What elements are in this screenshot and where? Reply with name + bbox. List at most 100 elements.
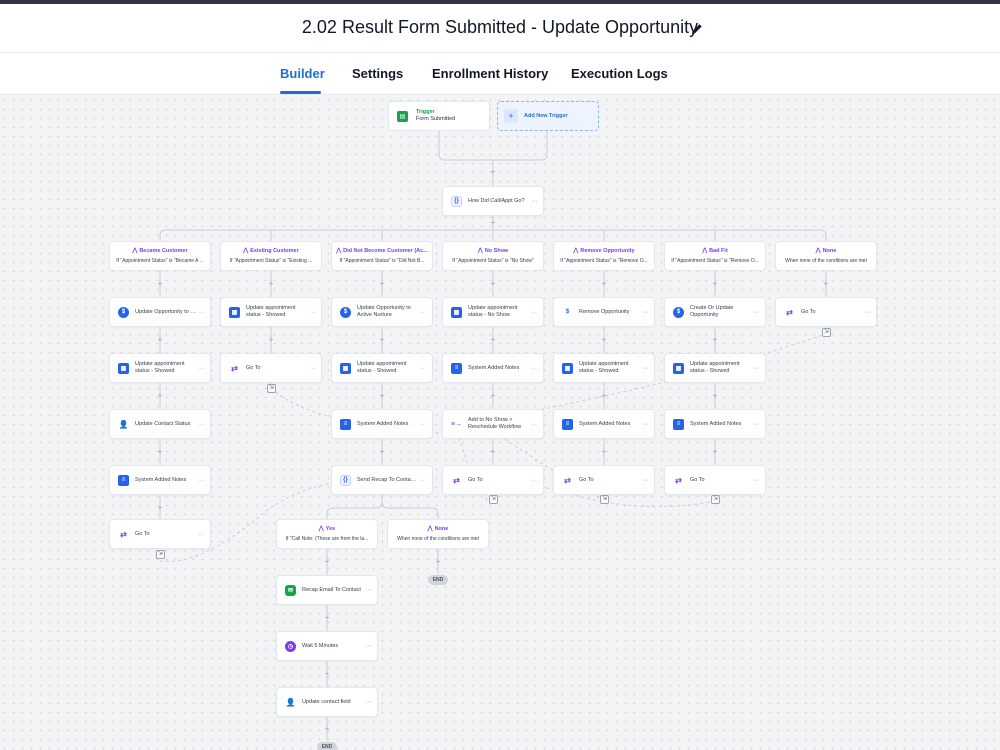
action-node[interactable]: 👤 Update Contact Status ···: [109, 409, 211, 439]
add-step-plus[interactable]: +: [156, 448, 164, 456]
action-node[interactable]: ▦ Update appointment status - No Show ··…: [442, 297, 544, 327]
more-icon[interactable]: ···: [529, 421, 538, 428]
more-icon[interactable]: ···: [862, 309, 871, 316]
branch-none[interactable]: None When none of the conditions are met: [775, 241, 877, 271]
trigger-node[interactable]: ▤ Trigger Form Submitted: [388, 101, 490, 131]
branch-yes[interactable]: Yes If "Call Note: (These are from the l…: [276, 519, 378, 549]
add-step-plus[interactable]: +: [378, 448, 386, 456]
more-icon[interactable]: ···: [529, 309, 538, 316]
action-node[interactable]: ▦ Update appointment status - Showed ···: [331, 353, 433, 383]
action-node[interactable]: $ Remove Opportunity ···: [553, 297, 655, 327]
more-icon[interactable]: ···: [529, 477, 538, 484]
branch-became-customer[interactable]: Became Customer If "Appointment Status" …: [109, 241, 211, 271]
action-node[interactable]: ≡ System Added Notes ···: [331, 409, 433, 439]
action-node[interactable]: ⇄ Go To ···: [442, 465, 544, 495]
add-step-plus[interactable]: +: [267, 336, 275, 344]
branch-existing-customer[interactable]: Existing Customer If "Appointment Status…: [220, 241, 322, 271]
add-step-plus[interactable]: +: [489, 336, 497, 344]
action-node[interactable]: ▦ Update appointment status - Showed ···: [553, 353, 655, 383]
more-icon[interactable]: ···: [529, 198, 538, 205]
action-node[interactable]: ⇄ Go To ···: [220, 353, 322, 383]
more-icon[interactable]: ···: [196, 477, 205, 484]
action-node[interactable]: ≡ System Added Notes ···: [442, 353, 544, 383]
more-icon[interactable]: ···: [307, 365, 316, 372]
more-icon[interactable]: ···: [640, 477, 649, 484]
add-step-plus[interactable]: +: [323, 670, 331, 678]
add-step-plus[interactable]: +: [489, 448, 497, 456]
add-step-plus[interactable]: +: [711, 392, 719, 400]
more-icon[interactable]: ···: [751, 365, 760, 372]
add-step-plus[interactable]: +: [378, 336, 386, 344]
add-step-plus[interactable]: +: [323, 614, 331, 622]
add-step-plus[interactable]: +: [156, 392, 164, 400]
more-icon[interactable]: ···: [363, 699, 372, 706]
branch-no-show[interactable]: No Show If "Appointment Status" is "No S…: [442, 241, 544, 271]
action-node[interactable]: ▦ Update appointment status - Showed ···: [109, 353, 211, 383]
goto-link-icon[interactable]: ⇲: [156, 550, 165, 559]
pencil-icon[interactable]: [690, 22, 704, 36]
add-step-plus[interactable]: +: [378, 392, 386, 400]
add-step-plus[interactable]: +: [378, 280, 386, 288]
goto-link-icon[interactable]: ⇲: [267, 384, 276, 393]
goto-link-icon[interactable]: ⇲: [489, 495, 498, 504]
action-node[interactable]: ⇄ Go To ···: [109, 519, 211, 549]
action-node[interactable]: $ Create Or Update Opportunity ···: [664, 297, 766, 327]
action-node[interactable]: ✉ Recap Email To Contact ···: [276, 575, 378, 605]
add-step-plus[interactable]: +: [822, 280, 830, 288]
goto-link-icon[interactable]: ⇲: [600, 495, 609, 504]
add-new-trigger-button[interactable]: + Add New Trigger: [497, 101, 599, 131]
action-node[interactable]: ⇄ Go To ···: [553, 465, 655, 495]
action-node[interactable]: $ Update Opportunity to Active Nurture ·…: [331, 297, 433, 327]
add-step-plus[interactable]: +: [156, 280, 164, 288]
action-node[interactable]: {} Send Recap To Contact? ···: [331, 465, 433, 495]
more-icon[interactable]: ···: [418, 477, 427, 484]
tab-builder[interactable]: Builder: [280, 66, 325, 81]
add-step-plus[interactable]: +: [489, 168, 497, 176]
add-step-plus[interactable]: +: [489, 392, 497, 400]
add-step-plus[interactable]: +: [489, 280, 497, 288]
tab-execution-logs[interactable]: Execution Logs: [571, 66, 668, 81]
workflow-canvas[interactable]: ▤ Trigger Form Submitted + Add New Trigg…: [0, 96, 1000, 750]
more-icon[interactable]: ···: [196, 531, 205, 538]
more-icon[interactable]: ···: [640, 309, 649, 316]
tab-enrollment-history[interactable]: Enrollment History: [432, 66, 548, 81]
add-step-plus[interactable]: +: [267, 280, 275, 288]
more-icon[interactable]: ···: [196, 421, 205, 428]
action-node[interactable]: ▦ Update appointment status - Showed ···: [220, 297, 322, 327]
add-step-plus[interactable]: +: [156, 504, 164, 512]
more-icon[interactable]: ···: [418, 309, 427, 316]
action-node[interactable]: ≡→ Add to No Show > Reschedule Workflow …: [442, 409, 544, 439]
more-icon[interactable]: ···: [363, 643, 372, 650]
tab-settings[interactable]: Settings: [352, 66, 403, 81]
add-step-plus[interactable]: +: [600, 336, 608, 344]
goto-link-icon[interactable]: ⇲: [822, 328, 831, 337]
more-icon[interactable]: ···: [418, 421, 427, 428]
more-icon[interactable]: ···: [363, 587, 372, 594]
add-step-plus[interactable]: +: [489, 219, 497, 227]
action-node[interactable]: $ Update Opportunity to Wo... ···: [109, 297, 211, 327]
more-icon[interactable]: ···: [640, 421, 649, 428]
action-node[interactable]: ▦ Update appointment status - Showed ···: [664, 353, 766, 383]
action-node[interactable]: ≡ System Added Notes ···: [109, 465, 211, 495]
more-icon[interactable]: ···: [196, 309, 205, 316]
add-step-plus[interactable]: +: [600, 392, 608, 400]
add-step-plus[interactable]: +: [711, 448, 719, 456]
add-step-plus[interactable]: +: [156, 336, 164, 344]
add-step-plus[interactable]: +: [711, 336, 719, 344]
add-step-plus[interactable]: +: [323, 725, 331, 733]
add-step-plus[interactable]: +: [600, 280, 608, 288]
more-icon[interactable]: ···: [196, 365, 205, 372]
branch-did-not-become-customer[interactable]: Did Not Become Customer (Ac... If "Appoi…: [331, 241, 433, 271]
branch-none-sub[interactable]: None When none of the conditions are met: [387, 519, 489, 549]
action-node[interactable]: ⇄ Go To ···: [664, 465, 766, 495]
condition-node[interactable]: {} How Did Call/Appt Go? ···: [442, 186, 544, 216]
branch-bad-fit[interactable]: Bad Fit If "Appointment Status" is "Remo…: [664, 241, 766, 271]
more-icon[interactable]: ···: [418, 365, 427, 372]
more-icon[interactable]: ···: [751, 477, 760, 484]
more-icon[interactable]: ···: [751, 421, 760, 428]
more-icon[interactable]: ···: [640, 365, 649, 372]
action-node[interactable]: ⇄ Go To ···: [775, 297, 877, 327]
add-step-plus[interactable]: +: [323, 558, 331, 566]
add-step-plus[interactable]: +: [711, 280, 719, 288]
goto-link-icon[interactable]: ⇲: [711, 495, 720, 504]
